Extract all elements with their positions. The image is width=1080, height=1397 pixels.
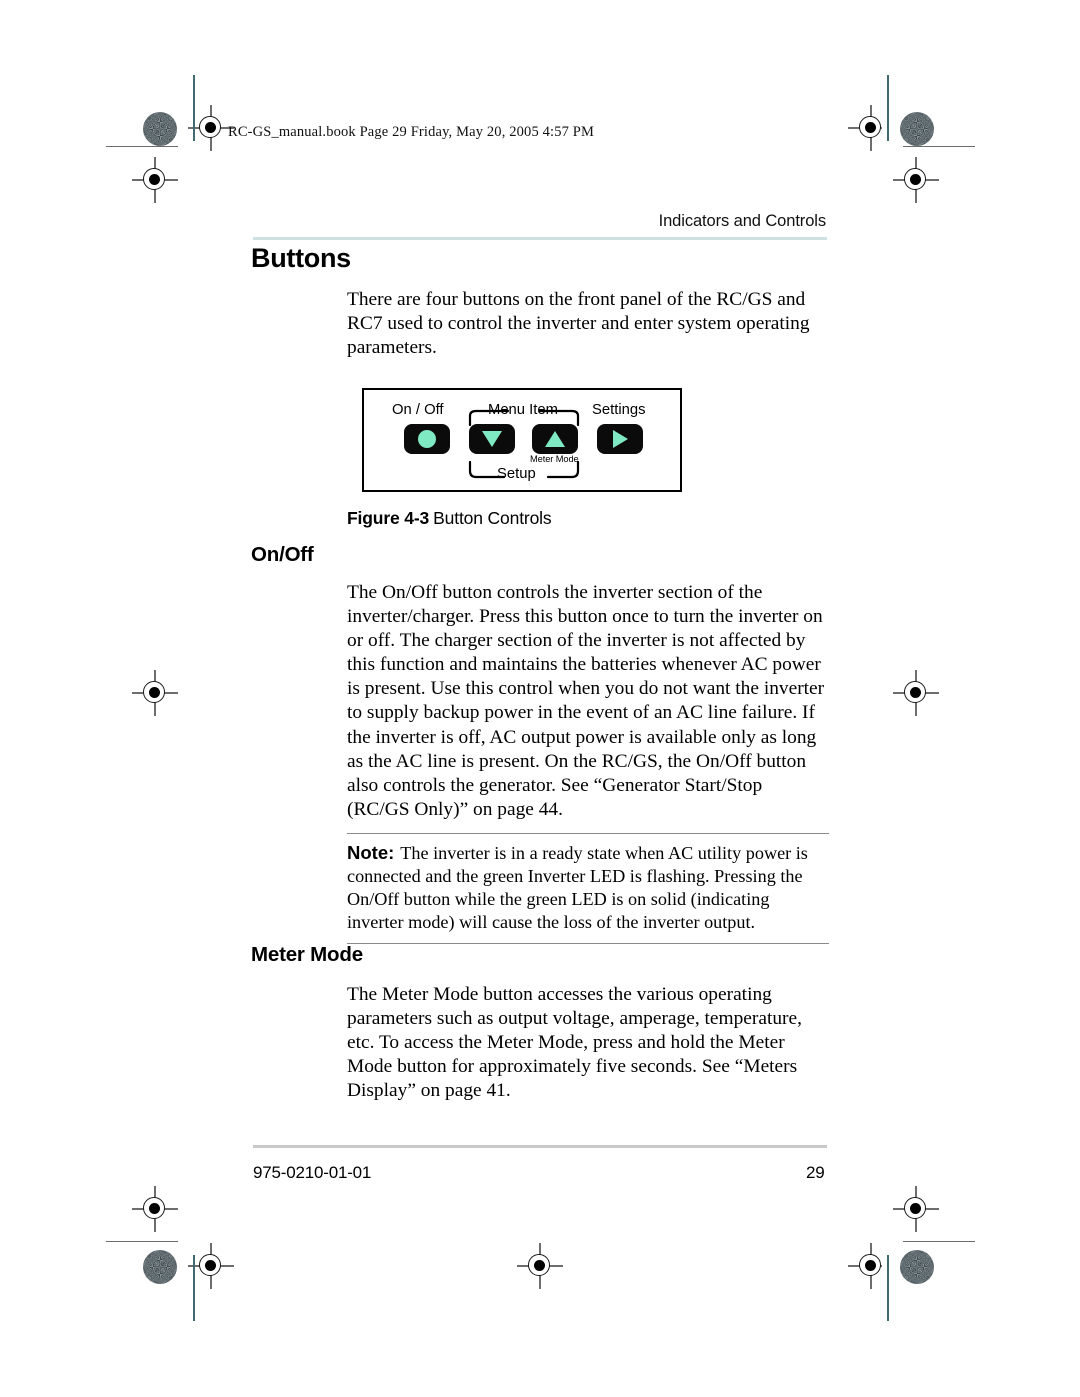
menu-down-button[interactable] (469, 424, 515, 454)
page-canvas: RC-GS_manual.book Page 29 Friday, May 20… (0, 0, 1080, 1397)
registration-mark-lower-left (132, 1186, 178, 1232)
meter-mode-paragraph-block: The Meter Mode button accesses the vario… (347, 983, 829, 1103)
trim-rule-top-right (903, 146, 975, 148)
registration-dot (205, 122, 216, 133)
running-head: Indicators and Controls (658, 212, 826, 230)
halftone-registration-mark-bottom-right (900, 1250, 934, 1284)
circle-icon (418, 430, 436, 448)
figure-label-on-off: On / Off (392, 402, 444, 418)
footer-document-number: 975-0210-01-01 (253, 1163, 372, 1182)
registration-dot (910, 174, 921, 185)
on-off-paragraph: The On/Off button controls the inverter … (347, 582, 825, 820)
registration-dot (149, 1203, 160, 1214)
menu-up-button[interactable] (532, 424, 578, 454)
halftone-registration-mark-top-left (143, 112, 177, 146)
registration-dot (910, 687, 921, 698)
trim-guide-right-bottom (887, 1255, 889, 1321)
page-title: Buttons (251, 243, 351, 273)
trim-guide-left-top (193, 75, 195, 141)
on-off-paragraph-block: The On/Off button controls the inverter … (347, 581, 829, 822)
trim-rule-bottom-left (106, 1241, 178, 1243)
registration-dot (149, 687, 160, 698)
intro-paragraph: There are four buttons on the front pane… (347, 289, 810, 359)
settings-button[interactable] (597, 424, 643, 454)
trim-rule-bottom-right (903, 1241, 975, 1243)
registration-dot (534, 1260, 545, 1271)
on-off-button[interactable] (404, 424, 450, 454)
registration-mark-upper-right (893, 157, 939, 203)
note-label: Note: (347, 842, 395, 864)
subsection-heading-on-off: On/Off (251, 543, 314, 566)
note-text: The inverter is in a ready state when AC… (347, 843, 808, 933)
halftone-registration-mark-top-right (900, 112, 934, 146)
registration-mark-upper-left (132, 157, 178, 203)
registration-dot (149, 174, 160, 185)
note-body: Note: The inverter is in a ready state wh… (347, 834, 829, 943)
registration-mark-bottom-left (188, 1243, 234, 1289)
footer-rule (253, 1145, 827, 1148)
registration-mark-middle-right (893, 670, 939, 716)
registration-mark-middle-left (132, 670, 178, 716)
registration-mark-bottom-center (517, 1243, 563, 1289)
triangle-up-icon (545, 431, 565, 447)
registration-mark-lower-right (893, 1186, 939, 1232)
subsection-heading-meter-mode: Meter Mode (251, 943, 363, 966)
registration-dot (910, 1203, 921, 1214)
trim-rule-top-left (106, 146, 178, 148)
setup-brace (468, 460, 580, 479)
figure-caption: Figure 4-3 Button Controls (347, 508, 552, 529)
intro-paragraph-block: There are four buttons on the front pane… (347, 288, 829, 360)
triangle-down-icon (482, 431, 502, 447)
trim-guide-right-top (887, 75, 889, 141)
registration-dot (205, 1260, 216, 1271)
note-rule-bottom (347, 943, 829, 945)
triangle-right-icon (613, 430, 628, 448)
figure-label-settings: Settings (592, 402, 646, 418)
note-block: Note: The inverter is in a ready state wh… (347, 833, 829, 945)
registration-dot (865, 122, 876, 133)
trim-guide-left-bottom (193, 1255, 195, 1321)
footer-page-number: 29 (806, 1163, 825, 1182)
book-file-header: RC-GS_manual.book Page 29 Friday, May 20… (228, 124, 595, 140)
figure-button-controls: On / Off Menu Item Settings Setup Meter … (362, 388, 682, 492)
meter-mode-paragraph: The Meter Mode button accesses the vario… (347, 984, 802, 1102)
figure-caption-number: Figure 4-3 (347, 508, 430, 528)
header-rule (253, 237, 827, 241)
figure-caption-text: Button Controls (433, 508, 552, 528)
halftone-registration-mark-bottom-left (143, 1250, 177, 1284)
registration-dot (865, 1260, 876, 1271)
